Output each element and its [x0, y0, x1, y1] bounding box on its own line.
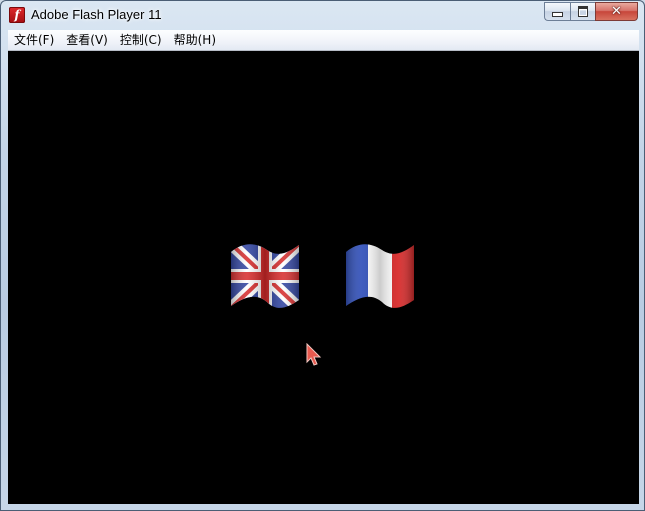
app-window: f Adobe Flash Player 11 ✕ 文件(F) 查看(V) 控制… — [0, 0, 645, 511]
caption-buttons: ✕ — [544, 2, 638, 21]
window-title: Adobe Flash Player 11 — [31, 7, 162, 22]
pointer-cursor-icon — [306, 343, 322, 366]
close-icon: ✕ — [611, 4, 622, 19]
menu-file[interactable]: 文件(F) — [8, 30, 60, 51]
minimize-button[interactable] — [544, 2, 570, 21]
maximize-button[interactable] — [570, 2, 595, 21]
maximize-icon — [578, 6, 588, 17]
minimize-icon — [552, 12, 563, 17]
flash-stage[interactable] — [8, 51, 639, 504]
menu-bar: 文件(F) 查看(V) 控制(C) 帮助(H) — [8, 30, 639, 51]
menu-view[interactable]: 查看(V) — [60, 30, 114, 51]
close-button[interactable]: ✕ — [595, 2, 638, 21]
uk-flag-icon[interactable] — [229, 242, 301, 310]
menu-help[interactable]: 帮助(H) — [168, 30, 222, 51]
flash-player-icon: f — [9, 7, 25, 23]
menu-control[interactable]: 控制(C) — [114, 30, 168, 51]
title-bar[interactable]: f Adobe Flash Player 11 ✕ — [1, 1, 644, 30]
france-flag-icon[interactable] — [344, 242, 416, 310]
